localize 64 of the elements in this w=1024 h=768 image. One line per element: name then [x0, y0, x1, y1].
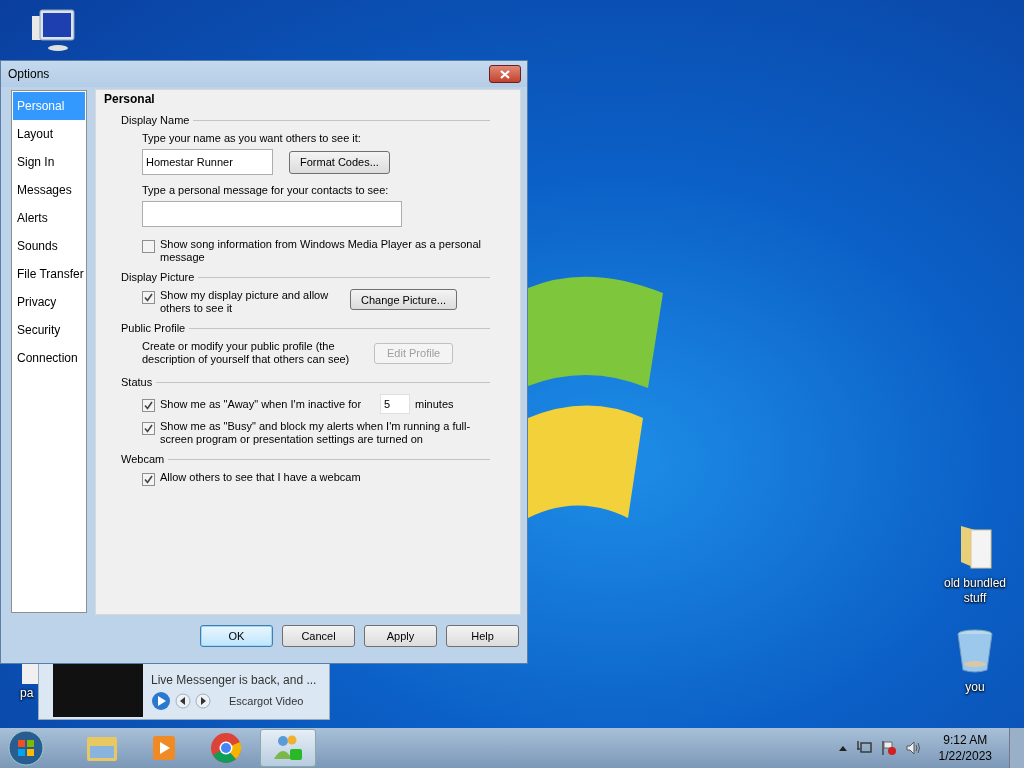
group-title: Display Name	[121, 114, 190, 126]
minutes-field[interactable]: 5	[380, 394, 410, 414]
close-button[interactable]	[489, 65, 521, 83]
unit-label: minutes	[415, 398, 454, 410]
previous-icon[interactable]	[175, 693, 191, 709]
clock-date: 1/22/2023	[938, 748, 992, 764]
sidebar-item[interactable]: Connection	[13, 344, 85, 372]
checkbox-label: Show me as "Busy" and block my alerts when I'm running a full-screen program or presentation settings are turned on	[160, 420, 472, 446]
clock-time: 9:12 AM	[943, 732, 988, 748]
dialog-button[interactable]: Cancel	[282, 625, 355, 647]
sidebar-item[interactable]: File Transfer	[13, 260, 85, 288]
sidebar-item[interactable]: Messages	[13, 176, 85, 204]
checkbox[interactable]	[142, 240, 155, 253]
change-picture-button[interactable]: Change Picture...	[350, 289, 457, 310]
play-icon[interactable]	[151, 691, 171, 711]
notification-source: Escargot Video	[229, 695, 304, 707]
media-player-icon	[150, 734, 178, 762]
computer-icon[interactable]	[30, 8, 78, 52]
folder-icon	[86, 734, 118, 762]
show-hidden-icons-icon[interactable]	[838, 745, 847, 751]
group-title: Webcam	[121, 453, 165, 465]
dialog-button[interactable]: OK	[200, 625, 273, 647]
browser-icon	[210, 732, 242, 764]
network-icon[interactable]	[855, 740, 872, 756]
close-icon	[500, 69, 510, 79]
checkbox-label: Show me as "Away" when I'm inactive for	[160, 397, 363, 411]
checkbox[interactable]	[142, 291, 155, 304]
file-icon[interactable]	[20, 662, 40, 686]
people-icon	[272, 733, 304, 763]
description-text: Create or modify your public profile (the description of yourself that others can see)	[142, 340, 351, 366]
group-title: Public Profile	[121, 322, 186, 334]
sidebar-item[interactable]: Sign In	[13, 148, 85, 176]
checkbox-label: Show my display picture and allow others to see it	[160, 289, 330, 315]
recycle-bin-icon[interactable]	[955, 628, 995, 674]
group-title: Display Picture	[121, 271, 195, 283]
dialog-button[interactable]: Apply	[364, 625, 437, 647]
next-icon[interactable]	[195, 693, 211, 709]
desktop-icon-label[interactable]: you	[935, 680, 1015, 695]
desktop-icon-label[interactable]: old bundled stuff	[935, 576, 1015, 606]
sidebar-item[interactable]: Privacy	[13, 288, 85, 316]
speaker-icon[interactable]	[905, 740, 922, 756]
group-title: Status	[121, 376, 153, 388]
section-title: Personal	[104, 92, 156, 106]
format-codes-button[interactable]: Format Codes...	[289, 150, 390, 174]
sidebar-item[interactable]: Layout	[13, 120, 85, 148]
name-field[interactable]: Homestar Runner	[142, 149, 273, 175]
message-field[interactable]	[142, 201, 402, 227]
sidebar-item[interactable]: Security	[13, 316, 85, 344]
sidebar-item[interactable]: Alerts	[13, 204, 85, 232]
field-label: Type a personal message for your contacts to see:	[141, 184, 390, 196]
start-button-icon[interactable]	[8, 730, 44, 766]
clock[interactable]: 9:12 AM 1/22/2023	[930, 732, 1000, 764]
flag-icon[interactable]	[880, 740, 897, 756]
checkbox[interactable]	[142, 473, 155, 486]
checkbox-label: Show song information from Windows Media Player as a personal message	[160, 238, 482, 264]
field-label: Type your name as you want others to see it:	[141, 132, 362, 144]
dialog-button[interactable]: Help	[446, 625, 519, 647]
checkbox[interactable]	[142, 398, 155, 412]
checkbox-label: Allow others to see that I have a webcam	[160, 471, 362, 484]
sidebar-item[interactable]: Sounds	[13, 232, 85, 260]
notification-text: Live Messenger is back, and ...	[151, 673, 317, 687]
checkbox[interactable]	[142, 422, 155, 435]
desktop-icon-label[interactable]: pa	[20, 686, 34, 701]
window-title: Options	[8, 67, 50, 81]
